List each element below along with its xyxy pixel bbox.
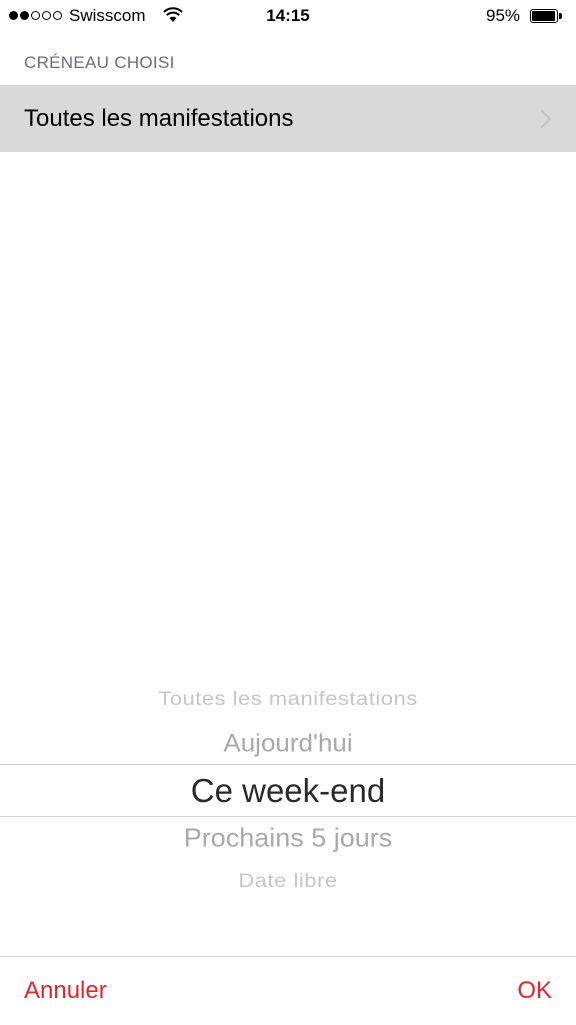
picker-option[interactable]: Aujourd'hui [0,729,576,758]
bottom-toolbar: Annuler OK [0,956,576,1025]
status-bar: Swisscom 14:15 95% [0,0,576,34]
cancel-button[interactable]: Annuler [24,977,107,1005]
picker-selection-top-line [0,764,576,765]
battery-icon [530,9,562,24]
picker-option[interactable]: Date libre [0,870,576,893]
section-header: CRÉNEAU CHOISI [24,53,175,72]
chevron-right-icon [540,109,552,129]
picker-option[interactable]: Toutes les manifestations [0,688,576,711]
battery-percentage: 95% [486,6,521,25]
picker-option-selected[interactable]: Ce week-end [0,772,576,810]
picker-option[interactable]: Prochains 5 jours [0,824,576,853]
ok-button[interactable]: OK [517,977,552,1005]
selected-slot-label: Toutes les manifestations [24,105,294,132]
selected-slot-row[interactable]: Toutes les manifestations [0,85,576,152]
picker-selection-bottom-line [0,816,576,817]
